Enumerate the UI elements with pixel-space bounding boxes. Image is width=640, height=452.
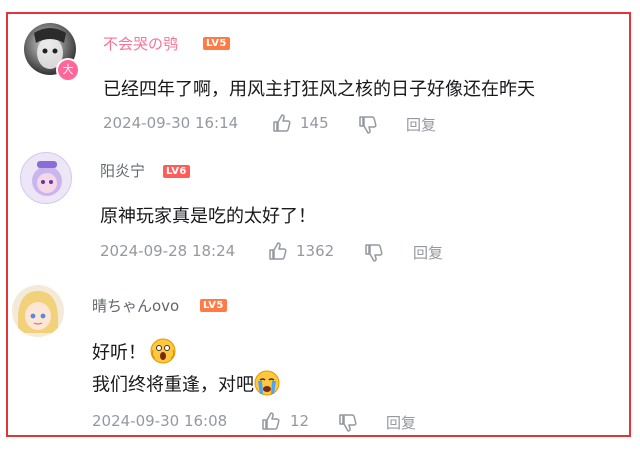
avatar-image <box>32 161 62 196</box>
vip-badge-icon: 大 <box>56 58 80 82</box>
level-badge: LV5 <box>200 299 227 312</box>
like-count: 1362 <box>296 242 335 260</box>
avatar[interactable] <box>20 152 72 204</box>
reply-button[interactable]: 回复 <box>413 242 443 263</box>
shocked-emoji-icon <box>150 338 176 369</box>
like-count: 12 <box>290 412 310 430</box>
avatar-image <box>18 291 58 333</box>
thumb-up-icon[interactable] <box>272 113 292 137</box>
thumb-up-icon[interactable] <box>261 411 281 435</box>
username[interactable]: 阳炎宁 <box>100 160 145 181</box>
level-badge: LV5 <box>203 37 230 50</box>
level-badge: LV6 <box>163 165 190 178</box>
avatar[interactable] <box>12 285 64 337</box>
reply-button[interactable]: 回复 <box>386 412 416 433</box>
thumb-down-icon[interactable] <box>364 243 384 267</box>
thumb-down-icon[interactable] <box>358 115 378 139</box>
reply-button[interactable]: 回复 <box>406 114 436 135</box>
thumb-down-icon[interactable] <box>338 413 358 437</box>
comment-text: 原神玩家真是吃的太好了！ <box>100 206 316 227</box>
comment-text-line-2: 我们终将重逢，对吧 <box>92 370 280 401</box>
timestamp: 2024-09-30 16:08 <box>92 412 228 430</box>
username[interactable]: 不会哭の鸮 <box>103 33 178 54</box>
crying-emoji-icon <box>254 370 280 401</box>
timestamp: 2024-09-30 16:14 <box>103 114 239 132</box>
comment-text-line-1: 好听！ <box>92 338 176 369</box>
comment-text: 已经四年了啊，用风主打狂风之核的日子好像还在昨天 <box>103 79 535 100</box>
username[interactable]: 晴ちゃんovo <box>92 295 179 316</box>
timestamp: 2024-09-28 18:24 <box>100 242 236 260</box>
like-count: 145 <box>300 114 329 132</box>
thumb-up-icon[interactable] <box>268 241 288 265</box>
